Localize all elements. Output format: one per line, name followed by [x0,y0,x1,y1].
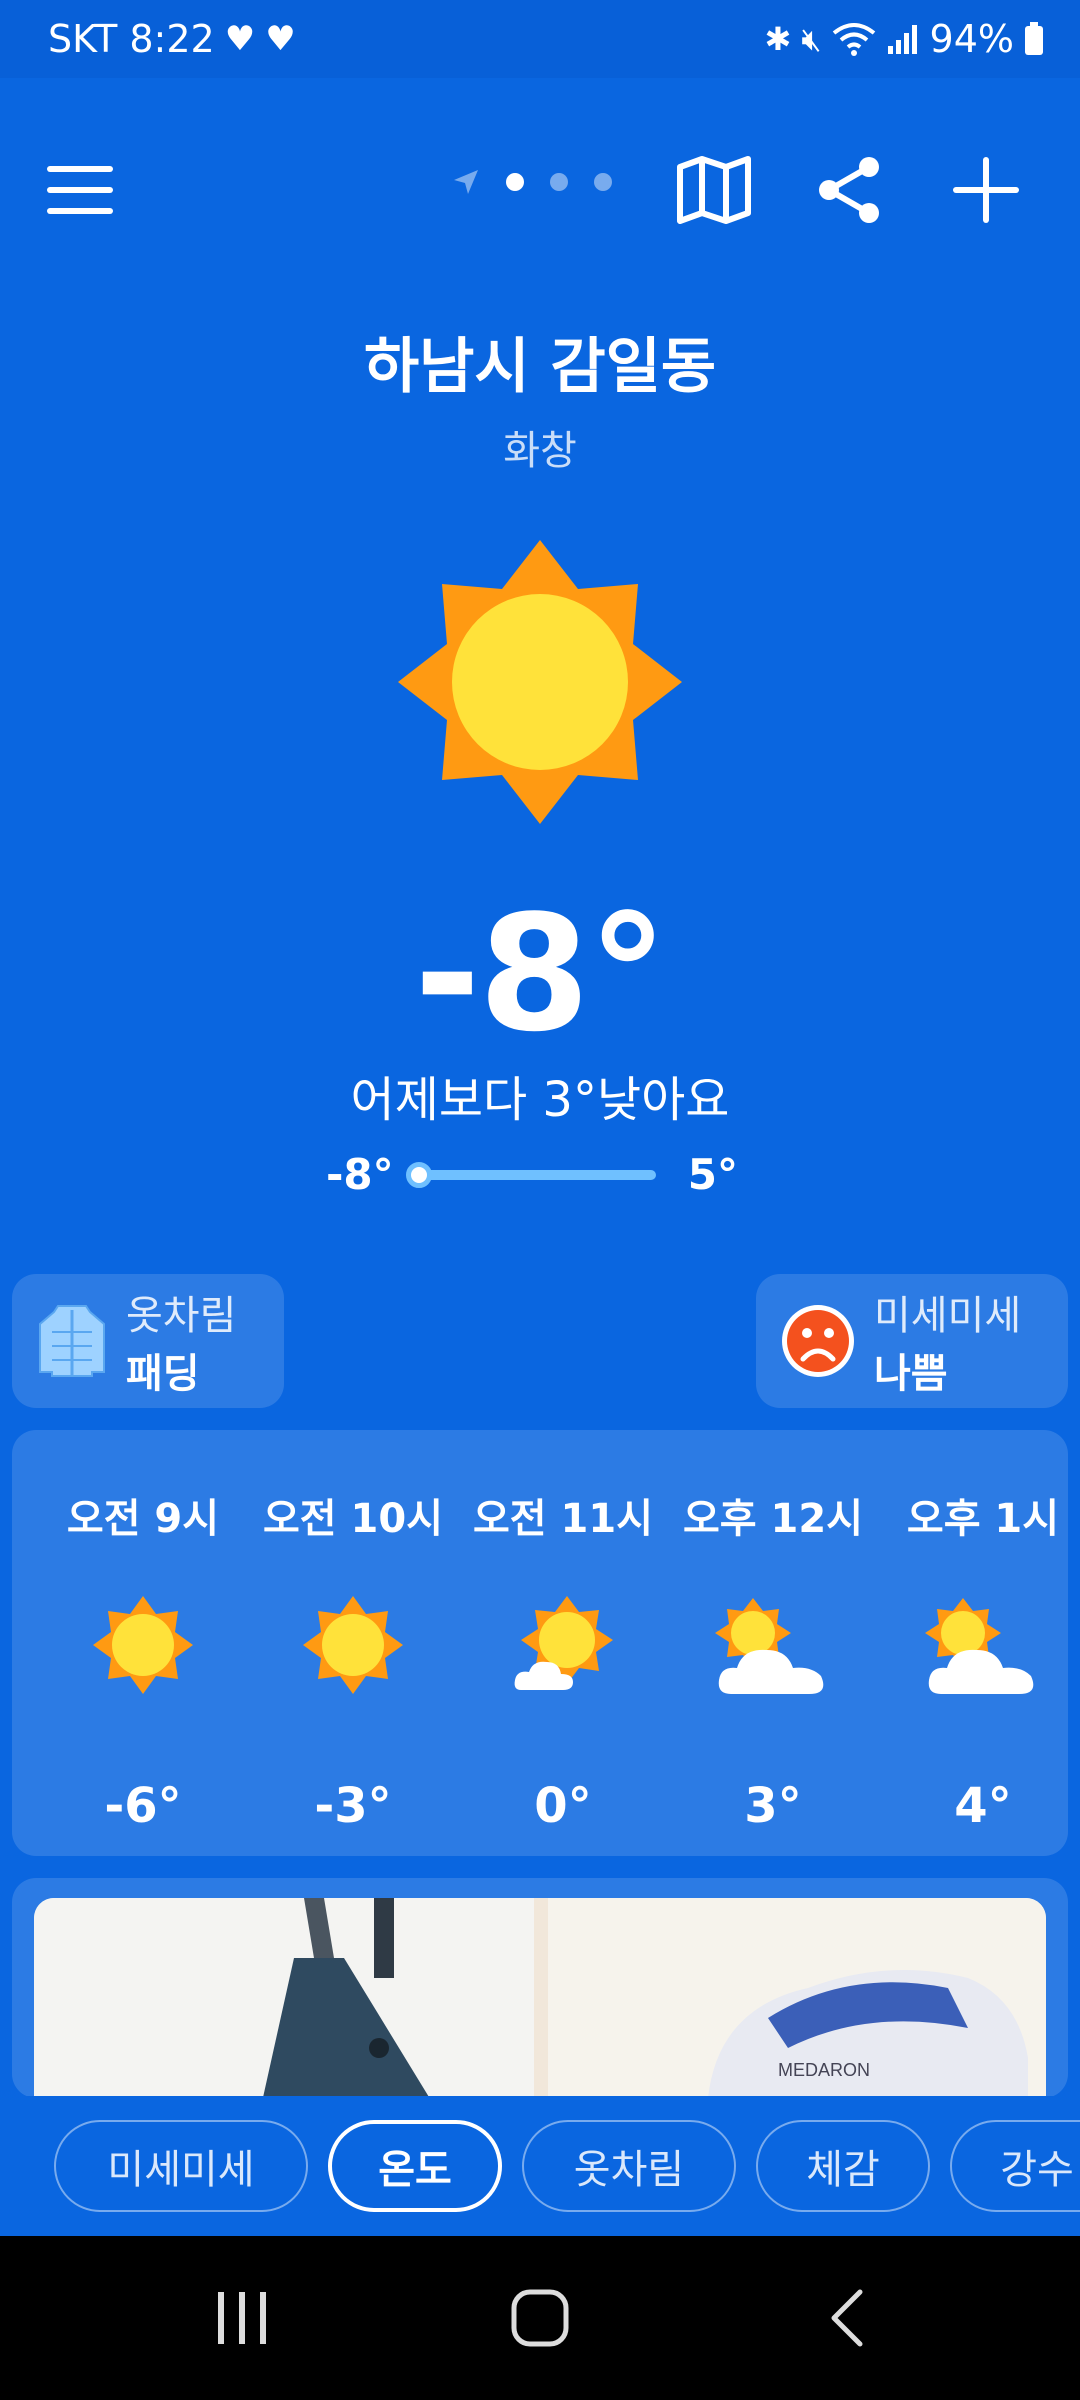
hamburger-menu-icon [47,166,113,214]
clothing-card[interactable]: 옷차림 패딩 [12,1274,284,1408]
heart-icon: ♥ [224,19,256,59]
map-icon [677,156,751,224]
battery-icon [1025,22,1043,55]
back-button[interactable] [778,2266,918,2370]
sun-small-cloud-icon [514,1596,613,1690]
max-temperature: 5° [687,1150,738,1199]
fine-dust-label: 미세미세 [874,1293,1022,1339]
hour-time: 오후 12시 [683,1496,863,1542]
hour-temperature: -6° [104,1778,182,1834]
sun-icon [398,540,682,824]
partly-cloudy-icon [925,1598,1034,1694]
sun-icon [303,1596,403,1694]
battery-percent: 94% [929,17,1014,61]
page-dot-active [506,173,524,191]
share-icon [819,157,879,223]
menu-button[interactable] [30,140,130,240]
add-location-button[interactable] [936,140,1036,240]
system-nav-bar [0,2236,1080,2400]
hourly-item: 오전 11시 0° [458,1430,668,1856]
page-indicator[interactable] [452,168,612,196]
tab-feels-like[interactable]: 체감 [756,2120,930,2212]
hourly-item: 오후 12시 3° [668,1430,878,1856]
sling-bag-image [34,1898,534,2098]
min-temperature: -8° [326,1150,394,1199]
bottom-tab-bar: 미세미세 온도 옷차림 체감 강수 [0,2096,1080,2236]
hour-temperature: 3° [744,1778,802,1834]
tab-clothing[interactable]: 옷차림 [522,2120,736,2212]
hour-time: 오전 10시 [263,1496,443,1542]
current-temperature: -8° [414,880,668,1067]
home-button[interactable] [470,2266,610,2370]
fine-dust-value: 나쁨 [874,1351,948,1397]
partly-cloudy-icon [715,1598,824,1694]
carrier-time: SKT 8:22 [48,17,215,61]
wifi-icon [832,23,875,56]
ad-brand-text: MEDARON [778,2060,870,2080]
range-knob [406,1162,432,1188]
tab-temperature[interactable]: 온도 [328,2120,502,2212]
signal-icon [887,25,917,54]
ad-divider [534,1898,548,2098]
hour-time: 오전 11시 [473,1496,653,1542]
sad-face-icon [782,1305,854,1377]
hour-temperature: 4° [954,1778,1012,1834]
hourly-item: 오후 1시 4° [878,1430,1080,1856]
temperature-comparison: 어제보다 3°낮아요 [350,1072,730,1128]
page-dot [550,173,568,191]
padded-jacket-icon [39,1305,105,1377]
location-arrow-icon [454,170,478,194]
hourly-item: 오전 9시 -6° [38,1430,248,1856]
recent-apps-button[interactable] [172,2266,312,2370]
hourly-item: 오전 10시 -3° [248,1430,458,1856]
ad-banner[interactable]: MEDARON [12,1878,1068,2098]
sneaker-image: MEDARON [548,1898,1046,2098]
ad-image[interactable]: MEDARON [34,1898,1046,2098]
location-title: 하남시 감일동 [363,332,717,402]
page-dot [594,173,612,191]
bluetooth-icon: ✱ [764,20,792,58]
back-icon [831,2289,863,2347]
plus-icon [953,157,1019,223]
clothing-value: 패딩 [126,1351,200,1397]
home-icon [511,2289,569,2347]
status-bar: SKT 8:22 ♥ ♥ ✱ 🔇︎ 94% [0,0,1080,78]
temperature-range: -8° 5° [320,1150,760,1200]
hour-time: 오후 1시 [906,1496,1060,1542]
tab-fine-dust[interactable]: 미세미세 [54,2120,308,2212]
range-track [416,1170,656,1180]
fine-dust-card[interactable]: 미세미세 나쁨 [756,1274,1068,1408]
sun-icon [93,1596,193,1694]
hour-time: 오전 9시 [66,1496,220,1542]
heart-icon: ♥ [265,19,296,59]
mute-icon: 🔇︎ [801,19,822,58]
map-button[interactable] [664,140,764,240]
recent-apps-icon [218,2292,266,2344]
clothing-label: 옷차림 [126,1293,237,1339]
hour-temperature: -3° [314,1778,392,1834]
hourly-forecast[interactable]: 오전 9시 -6° 오전 10시 -3° 오전 11시 0° 오후 12시 3° [12,1430,1068,1856]
weather-condition: 화창 [503,428,577,474]
hour-temperature: 0° [534,1778,592,1834]
tab-precipitation[interactable]: 강수 [950,2120,1080,2212]
share-button[interactable] [800,140,900,240]
